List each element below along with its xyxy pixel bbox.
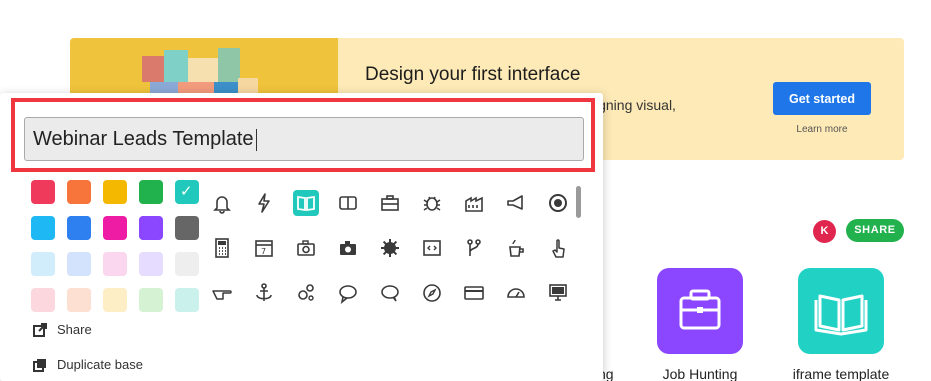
monitor-icon[interactable] bbox=[545, 280, 571, 306]
color-swatch[interactable] bbox=[139, 252, 163, 276]
book-icon[interactable] bbox=[293, 190, 319, 216]
camera-alt-icon[interactable] bbox=[335, 235, 361, 261]
anchor-icon[interactable] bbox=[251, 280, 277, 306]
color-swatch[interactable] bbox=[175, 216, 199, 240]
git-branch-icon[interactable] bbox=[461, 235, 487, 261]
color-swatch[interactable] bbox=[103, 288, 127, 312]
app-tile-iframe-template[interactable] bbox=[798, 268, 884, 354]
app-tile-job-hunting[interactable] bbox=[657, 268, 743, 354]
menu-item-duplicate[interactable]: Duplicate base bbox=[33, 357, 143, 372]
target-icon[interactable] bbox=[545, 190, 571, 216]
color-swatch[interactable] bbox=[31, 180, 55, 204]
color-swatch[interactable] bbox=[31, 216, 55, 240]
color-swatch[interactable] bbox=[67, 288, 91, 312]
share-icon bbox=[33, 322, 47, 337]
book-icon bbox=[814, 294, 868, 336]
chat-bubble-icon[interactable] bbox=[335, 280, 361, 306]
color-swatch[interactable] bbox=[139, 288, 163, 312]
color-swatch[interactable] bbox=[67, 252, 91, 276]
color-swatch[interactable] bbox=[103, 252, 127, 276]
color-swatch[interactable] bbox=[31, 288, 55, 312]
color-swatch[interactable] bbox=[175, 180, 199, 204]
learn-more-link[interactable]: Learn more bbox=[776, 124, 868, 135]
dashboard-icon[interactable] bbox=[503, 280, 529, 306]
color-swatch[interactable] bbox=[103, 216, 127, 240]
base-name-input[interactable]: Webinar Leads Template bbox=[24, 117, 584, 161]
menu-item-duplicate-label: Duplicate base bbox=[57, 357, 143, 372]
briefcase-icon bbox=[679, 289, 721, 330]
share-button[interactable]: SHARE bbox=[846, 219, 904, 242]
chat-bubbles-icon[interactable] bbox=[377, 280, 403, 306]
avatar[interactable]: K bbox=[813, 220, 836, 243]
calendar-icon[interactable]: 7 bbox=[251, 235, 277, 261]
gear-badge-icon[interactable] bbox=[377, 235, 403, 261]
factory-icon[interactable] bbox=[461, 190, 487, 216]
color-swatch[interactable] bbox=[67, 216, 91, 240]
base-name-value: Webinar Leads Template bbox=[33, 128, 254, 150]
app-label-job-hunting: Job Hunting bbox=[662, 366, 738, 381]
credit-card-icon[interactable] bbox=[461, 280, 487, 306]
compass-icon[interactable] bbox=[419, 280, 445, 306]
bell-icon[interactable] bbox=[209, 190, 235, 216]
color-swatch[interactable] bbox=[175, 252, 199, 276]
megaphone-icon[interactable] bbox=[503, 190, 529, 216]
color-swatch[interactable] bbox=[103, 180, 127, 204]
calculator-icon[interactable] bbox=[209, 235, 235, 261]
get-started-button[interactable]: Get started bbox=[773, 82, 871, 115]
menu-item-share[interactable]: Share bbox=[33, 322, 92, 337]
app-label-iframe-template: iframe template bbox=[792, 366, 890, 381]
color-swatch[interactable] bbox=[139, 216, 163, 240]
app-screen: Design your first interface igning visua… bbox=[0, 0, 931, 381]
color-swatch[interactable] bbox=[67, 180, 91, 204]
color-swatch[interactable] bbox=[31, 252, 55, 276]
hand-point-right-icon[interactable] bbox=[209, 280, 235, 306]
hand-pointer-icon[interactable] bbox=[545, 235, 571, 261]
banner-subtitle: igning visual, bbox=[595, 97, 676, 113]
color-swatch[interactable] bbox=[139, 180, 163, 204]
gears-icon[interactable] bbox=[293, 280, 319, 306]
code-icon[interactable] bbox=[419, 235, 445, 261]
duplicate-icon bbox=[33, 358, 47, 372]
columns-icon[interactable] bbox=[335, 190, 361, 216]
coffee-icon[interactable] bbox=[503, 235, 529, 261]
banner-title: Design your first interface bbox=[365, 64, 581, 85]
lightning-icon[interactable] bbox=[251, 190, 277, 216]
svg-text:7: 7 bbox=[261, 247, 266, 256]
camera-icon[interactable] bbox=[293, 235, 319, 261]
text-cursor bbox=[255, 128, 257, 151]
menu-item-share-label: Share bbox=[57, 322, 92, 337]
bug-icon[interactable] bbox=[419, 190, 445, 216]
icon-grid-scrollbar[interactable] bbox=[576, 186, 581, 218]
briefcase-icon[interactable] bbox=[377, 190, 403, 216]
color-swatch[interactable] bbox=[175, 288, 199, 312]
